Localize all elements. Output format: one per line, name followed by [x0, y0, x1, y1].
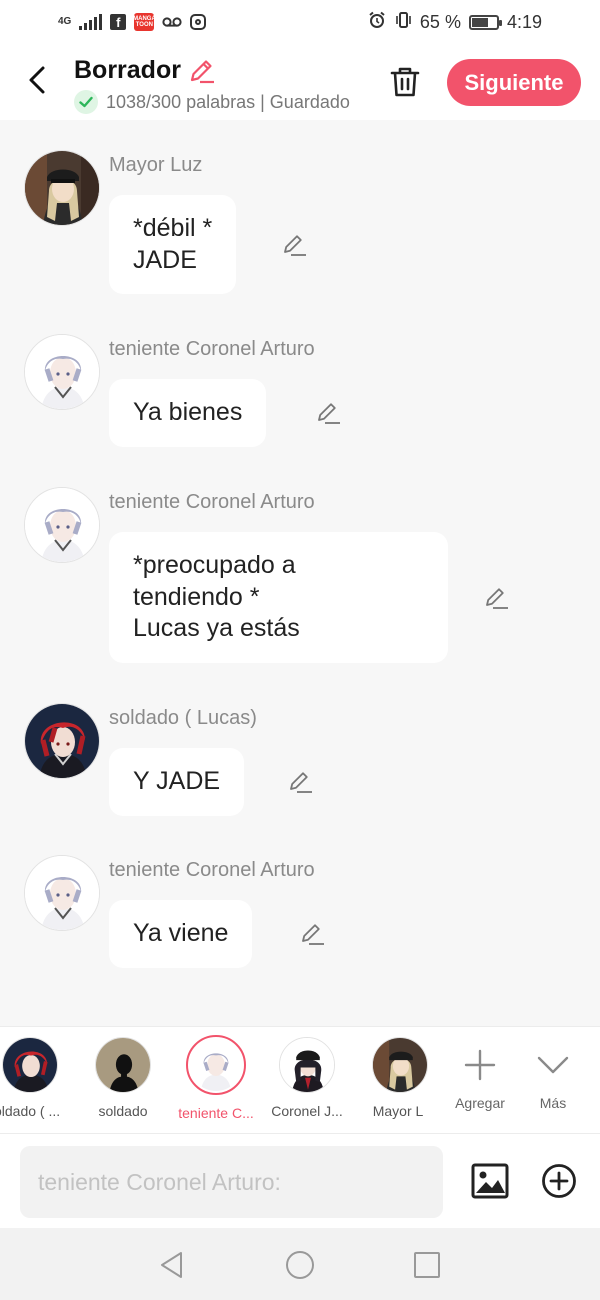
check-icon [74, 90, 98, 114]
character-name: Mayor L [372, 1103, 424, 1119]
sender-name: Mayor Luz [109, 154, 203, 176]
character-name: teniente C... [178, 1105, 254, 1121]
add-character-label: Agregar [455, 1095, 505, 1111]
word-count-text: 1038/300 palabras | Guardado [106, 91, 350, 112]
message-line: Y JADE [133, 767, 221, 795]
title-text: Borrador [74, 56, 181, 84]
word-count-status: 1038/300 palabras | Guardado [74, 90, 360, 114]
more-label: Más [539, 1095, 567, 1111]
next-button[interactable]: Siguiente [447, 59, 581, 106]
editor-header: Borrador 1038/300 palabras | Guardado Si… [0, 44, 600, 120]
trash-icon [390, 67, 420, 97]
character-name: Coronel J... [271, 1103, 343, 1119]
pencil-icon [302, 924, 324, 945]
pencil-icon [284, 235, 306, 256]
instagram-icon [190, 14, 207, 30]
vibrate-icon [394, 11, 412, 34]
character-avatar [279, 1037, 335, 1093]
signal-bars-icon [79, 14, 103, 30]
pencil-icon [290, 772, 312, 793]
back-button[interactable] [22, 62, 52, 98]
message-composer [0, 1134, 600, 1228]
character-name: soldado [98, 1103, 148, 1119]
status-bar-right: 65 % 4:19 [368, 11, 542, 34]
character-avatar [372, 1037, 428, 1093]
character-soldado[interactable]: soldado [83, 1037, 163, 1119]
character-name: oldado ( ... [0, 1103, 61, 1119]
avatar-mayor-luz[interactable] [24, 150, 100, 226]
system-navigation-bar [0, 1228, 600, 1300]
message-bubble[interactable]: Y JADE [109, 748, 245, 816]
message-bubble[interactable]: Ya viene [109, 900, 253, 968]
insert-image-button[interactable] [470, 1162, 510, 1200]
avatar-arturo[interactable] [24, 487, 100, 563]
more-button[interactable]: Más [517, 1037, 589, 1111]
sender-name: teniente Coronel Arturo [109, 859, 315, 881]
status-bar-left: 4G f MANGA TOON [58, 12, 207, 33]
message-line: Ya bienes [133, 398, 243, 426]
character-avatar [186, 1035, 246, 1095]
edit-title-icon[interactable] [187, 57, 215, 85]
character-mayor[interactable]: Mayor L [360, 1037, 440, 1119]
character-avatar [95, 1037, 151, 1093]
sender-name: teniente Coronel Arturo [109, 491, 315, 513]
voicemail-icon [162, 12, 182, 33]
message-line: Ya viene [133, 919, 229, 947]
battery-icon [468, 14, 502, 30]
message-line: JADE [133, 245, 197, 274]
plus-icon [452, 1037, 508, 1093]
sender-name: soldado ( Lucas) [109, 707, 257, 729]
back-triangle-icon[interactable] [157, 1250, 187, 1280]
add-content-button[interactable] [540, 1162, 578, 1200]
pencil-icon [318, 403, 340, 424]
message-bubble[interactable]: Ya bienes [109, 379, 267, 447]
chevron-down-icon [525, 1037, 581, 1093]
character-selector[interactable]: oldado ( ... soldado teniente C... Coron… [0, 1026, 600, 1134]
page-title: Borrador [74, 56, 215, 85]
pencil-icon [486, 588, 508, 609]
chevron-left-icon [29, 66, 45, 94]
delete-button[interactable] [388, 64, 422, 100]
battery-percent: 65 % [419, 11, 461, 32]
plus-circle-icon [542, 1164, 576, 1198]
message-bubble[interactable]: *débil * JADE [109, 195, 237, 294]
edit-message-button[interactable] [314, 399, 342, 427]
manga-app-icon: MANGA TOON [133, 13, 156, 31]
add-character-button[interactable]: Agregar [444, 1037, 516, 1111]
character-coronel[interactable]: Coronel J... [267, 1037, 347, 1119]
message-line: tendiendo * [133, 582, 260, 611]
battery-fill [471, 17, 488, 27]
edit-message-button[interactable] [286, 768, 314, 796]
home-circle-icon[interactable] [285, 1250, 315, 1280]
edit-message-button[interactable] [298, 920, 326, 948]
message-input[interactable] [20, 1146, 443, 1218]
character-lucas[interactable]: oldado ( ... [0, 1037, 70, 1119]
chat-area[interactable]: Mayor Luz *débil * JADE teniente Coronel… [0, 120, 600, 1026]
facebook-icon: f [110, 14, 127, 30]
status-bar: 4G f MANGA TOON 65 % 4:19 [0, 0, 600, 44]
avatar-arturo[interactable] [24, 334, 100, 410]
avatar-lucas[interactable] [24, 703, 100, 779]
sender-name: teniente Coronel Arturo [109, 338, 315, 360]
character-arturo[interactable]: teniente C... [176, 1035, 256, 1121]
alarm-icon [368, 11, 386, 34]
image-icon [471, 1163, 509, 1199]
edit-message-button[interactable] [280, 231, 308, 259]
avatar-arturo[interactable] [24, 855, 100, 931]
message-bubble[interactable]: *preocupado a tendiendo * Lucas ya estás [109, 532, 448, 663]
network-type: 4G [58, 16, 72, 27]
edit-message-button[interactable] [482, 584, 510, 612]
message-line: *débil * [133, 214, 213, 242]
clock: 4:19 [506, 11, 542, 32]
message-line: *preocupado a [133, 551, 296, 579]
recents-square-icon[interactable] [412, 1250, 442, 1280]
character-avatar [2, 1037, 58, 1093]
message-line: Lucas ya estás [133, 614, 300, 642]
